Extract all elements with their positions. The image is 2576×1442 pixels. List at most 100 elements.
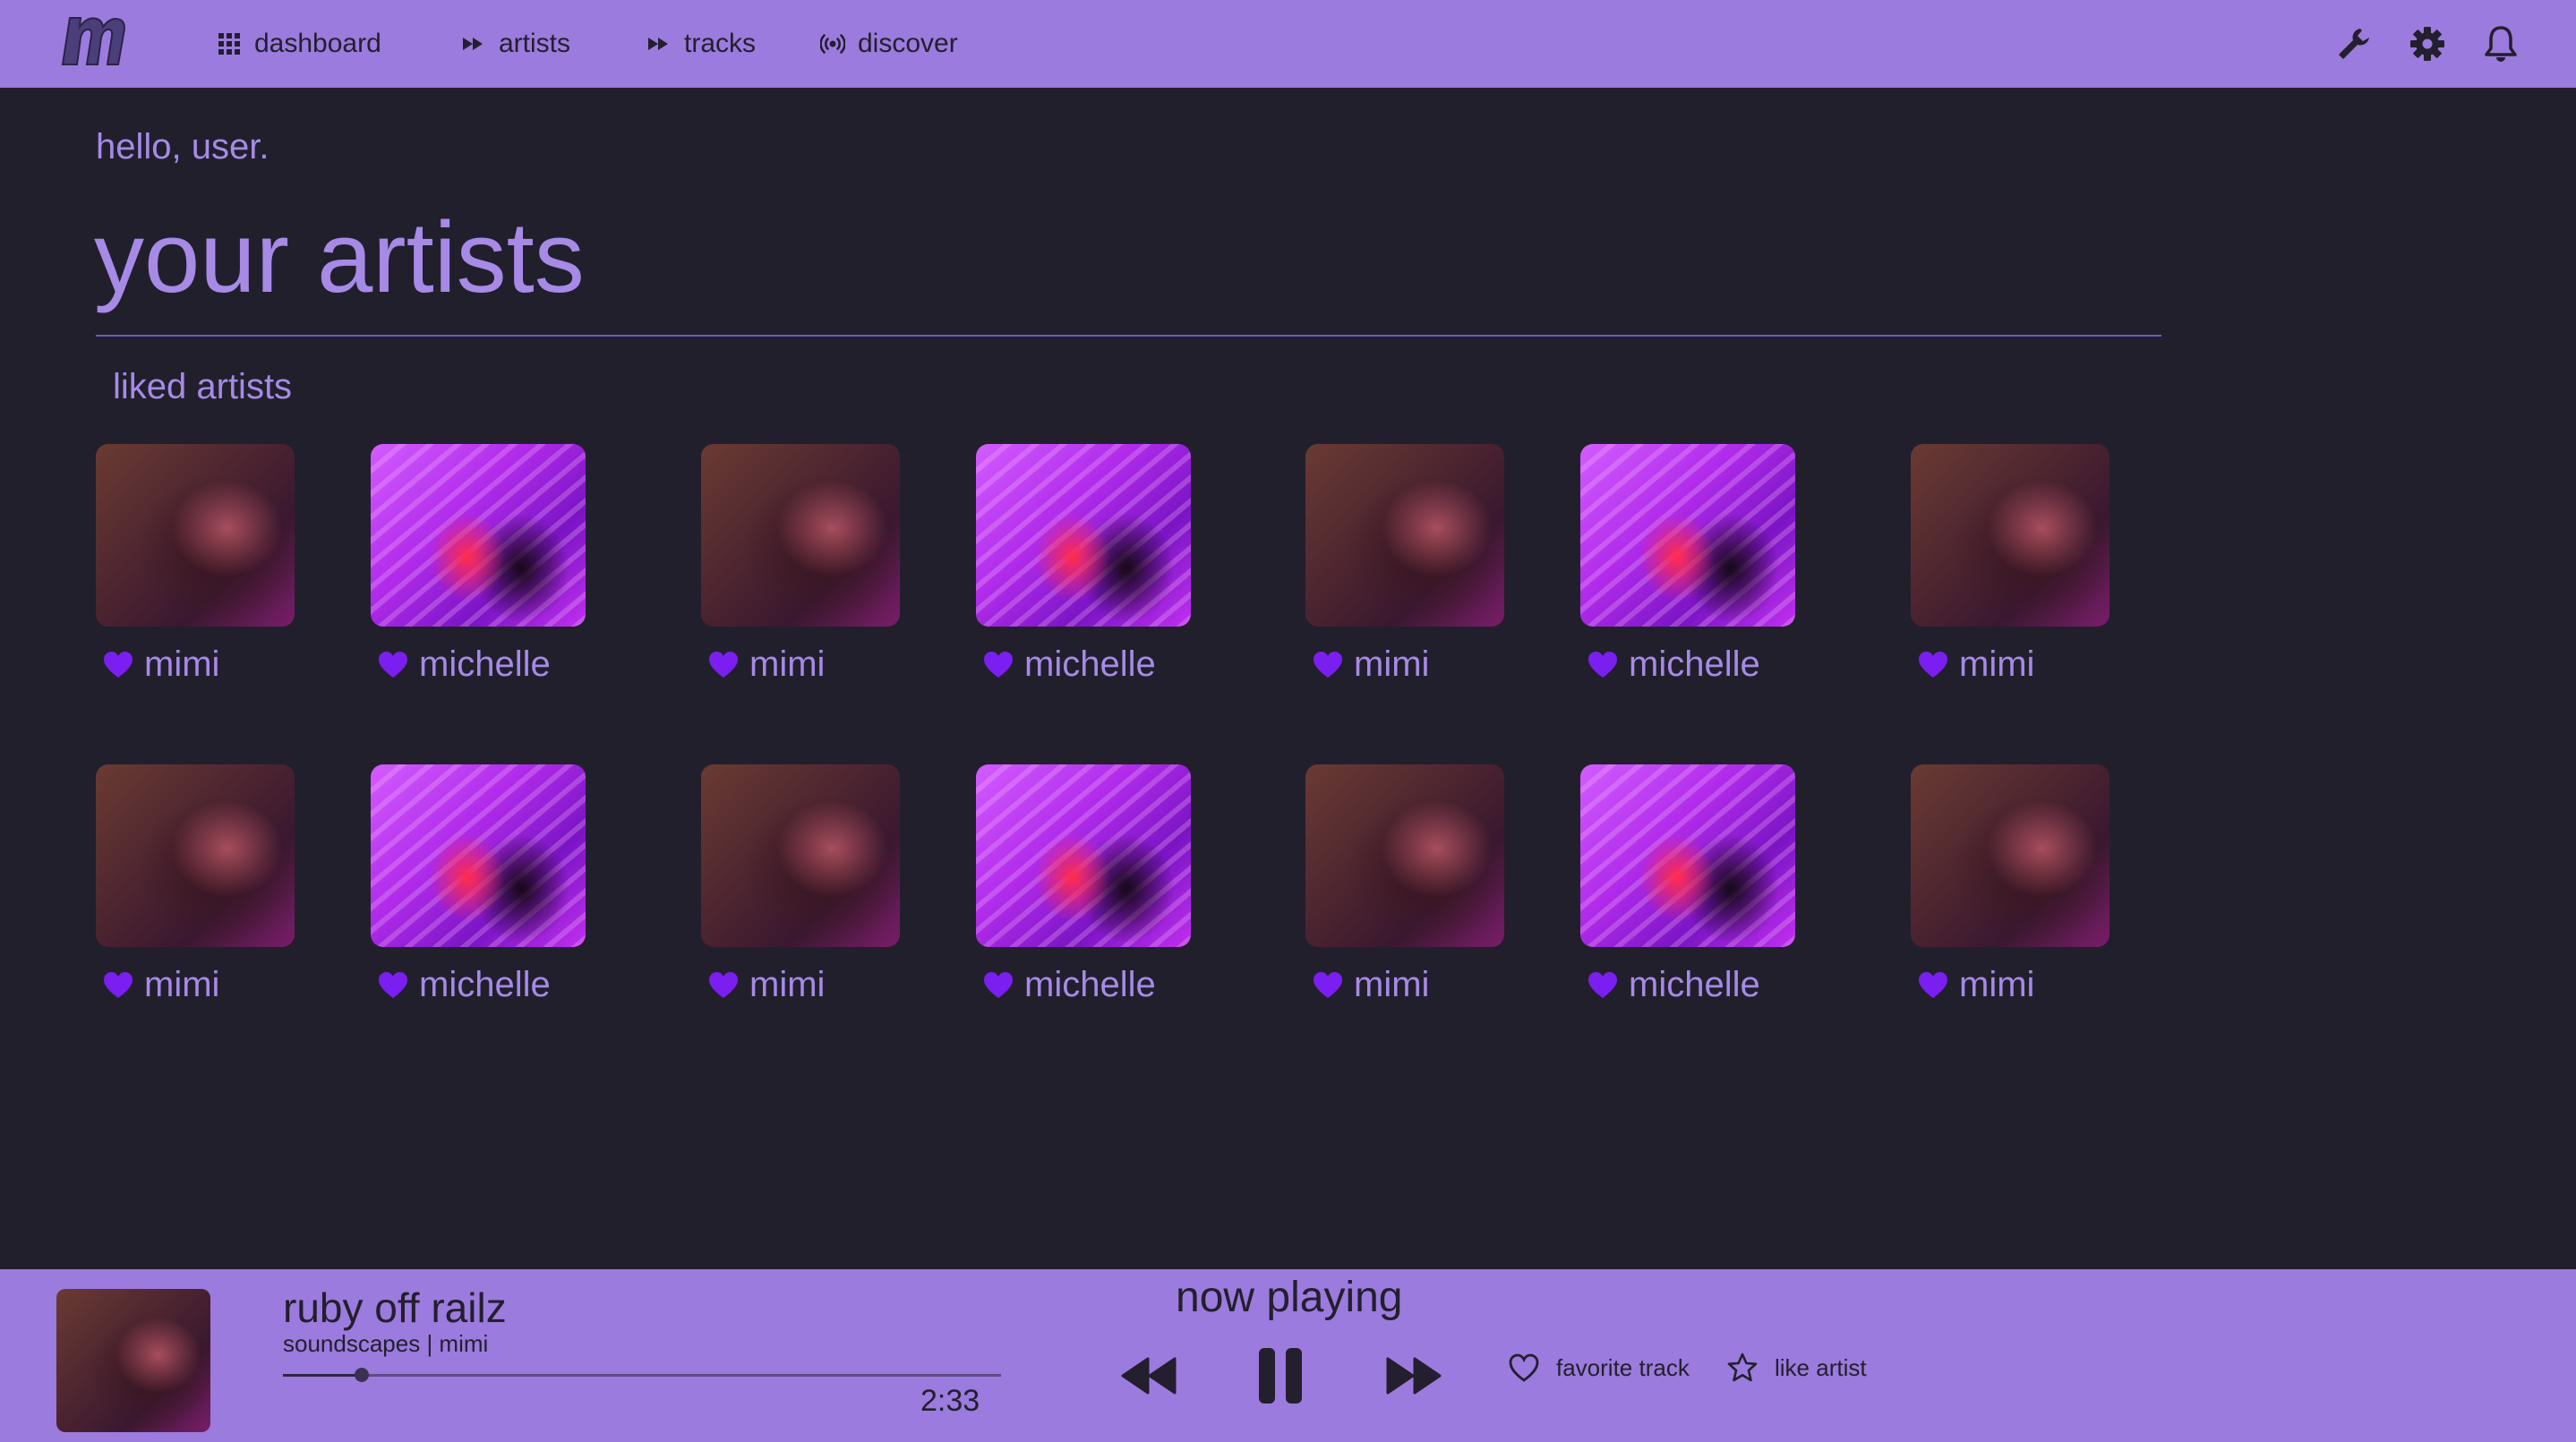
track-title: ruby off railz [283, 1284, 507, 1331]
artist-name: mimi [1959, 644, 2035, 684]
artist-card[interactable]: michelle [976, 444, 1191, 685]
heart-icon[interactable] [983, 971, 1014, 1000]
fast-forward-icon[interactable] [1386, 1355, 1442, 1396]
nav-dashboard-label: dashboard [254, 29, 381, 58]
nav-tracks-label: tracks [684, 29, 757, 58]
artist-card[interactable]: michelle [371, 764, 586, 1005]
heart-icon[interactable] [1588, 651, 1618, 679]
artist-photo[interactable] [371, 764, 586, 947]
broadcast-icon [820, 34, 845, 54]
elapsed-time: 2:33 [920, 1384, 980, 1418]
section-title-liked-artists: liked artists [113, 367, 293, 406]
artist-card[interactable]: michelle [1580, 444, 1795, 685]
favorite-track-button[interactable]: favorite track [1508, 1352, 1690, 1384]
nav-discover[interactable]: discover [820, 25, 958, 63]
artist-name: michelle [1024, 644, 1156, 684]
app-logo-icon[interactable] [57, 11, 127, 70]
artist-card[interactable]: mimi [1305, 764, 1520, 1005]
heart-icon[interactable] [708, 651, 739, 679]
progress-fill [283, 1374, 363, 1377]
artist-photo[interactable] [96, 764, 295, 947]
artist-name: michelle [1024, 965, 1156, 1004]
artist-label[interactable]: mimi [1313, 965, 1520, 1005]
favorite-track-label: favorite track [1556, 1353, 1690, 1381]
nav-tracks[interactable]: tracks [646, 25, 756, 63]
artist-label[interactable]: michelle [378, 965, 586, 1005]
artist-label[interactable]: mimi [1313, 644, 1520, 685]
gear-icon[interactable] [2407, 23, 2448, 64]
heart-icon[interactable] [378, 971, 408, 1000]
heart-icon[interactable] [378, 651, 408, 679]
artist-name: mimi [749, 644, 826, 684]
artist-card[interactable]: michelle [1580, 764, 1795, 1005]
artist-label[interactable]: mimi [708, 965, 916, 1005]
artist-label[interactable]: mimi [103, 644, 311, 685]
artist-card[interactable]: michelle [371, 444, 586, 685]
artist-name: mimi [144, 965, 220, 1004]
progress-knob[interactable] [355, 1368, 370, 1382]
nav-discover-label: discover [858, 29, 958, 58]
like-artist-label: like artist [1775, 1353, 1867, 1381]
heart-icon[interactable] [1588, 971, 1618, 1000]
heart-icon[interactable] [1313, 971, 1343, 1000]
rewind-icon[interactable] [1121, 1355, 1177, 1396]
artist-photo[interactable] [1911, 444, 2110, 627]
nav-artists-label: artists [499, 29, 571, 58]
artist-label[interactable]: mimi [1918, 965, 2126, 1005]
page-title: your artists [94, 201, 585, 313]
artist-photo[interactable] [371, 444, 586, 627]
heart-icon[interactable] [1918, 971, 1948, 1000]
heart-icon[interactable] [1918, 651, 1948, 679]
heart-icon[interactable] [1313, 651, 1343, 679]
artist-label[interactable]: michelle [983, 965, 1191, 1005]
artist-photo[interactable] [1305, 764, 1504, 947]
artist-card[interactable]: mimi [1911, 764, 2126, 1005]
progress-bar[interactable] [283, 1368, 1001, 1382]
heart-icon[interactable] [103, 651, 133, 679]
artist-card[interactable]: mimi [96, 764, 311, 1005]
artist-card[interactable]: mimi [96, 444, 311, 685]
artist-photo[interactable] [1580, 444, 1795, 627]
artist-photo[interactable] [701, 444, 900, 627]
artist-photo[interactable] [976, 444, 1191, 627]
artist-label[interactable]: michelle [378, 644, 586, 685]
wrench-icon[interactable] [2333, 23, 2375, 64]
fast-forward-icon [648, 38, 668, 50]
heart-icon[interactable] [708, 971, 739, 1000]
artist-card[interactable]: mimi [1305, 444, 1520, 685]
artist-label[interactable]: michelle [983, 644, 1191, 685]
artist-photo[interactable] [701, 764, 900, 947]
like-artist-button[interactable]: like artist [1726, 1352, 1867, 1384]
nav-artists[interactable]: artists [461, 25, 570, 63]
artist-photo[interactable] [976, 764, 1191, 947]
artist-label[interactable]: mimi [708, 644, 916, 685]
artist-card[interactable]: michelle [976, 764, 1191, 1005]
heart-icon[interactable] [983, 651, 1014, 679]
artist-photo[interactable] [96, 444, 295, 627]
artist-card[interactable]: mimi [1911, 444, 2126, 685]
artist-name: mimi [1959, 965, 2035, 1004]
artist-name: michelle [419, 965, 551, 1004]
pause-icon[interactable] [1257, 1346, 1304, 1405]
grid-icon [218, 33, 240, 55]
nav-dashboard[interactable]: dashboard [217, 25, 381, 63]
top-navigation-bar: dashboard artists tracks discover [0, 0, 2576, 88]
now-playing-bar: ruby off railz soundscapes | mimi 2:33 n… [0, 1269, 2576, 1442]
star-outline-icon [1727, 1352, 1758, 1382]
artist-label[interactable]: michelle [1588, 644, 1795, 685]
bell-icon[interactable] [2480, 23, 2521, 64]
artist-card[interactable]: mimi [701, 764, 916, 1005]
heart-icon[interactable] [103, 971, 133, 1000]
artist-label[interactable]: mimi [103, 965, 311, 1005]
artist-photo[interactable] [1305, 444, 1504, 627]
artist-name: mimi [749, 965, 826, 1004]
artist-name: michelle [1629, 965, 1760, 1004]
artist-label[interactable]: mimi [1918, 644, 2126, 685]
artist-photo[interactable] [1911, 764, 2110, 947]
now-playing-album-art[interactable] [56, 1289, 210, 1432]
artist-name: michelle [419, 644, 551, 684]
fast-forward-icon [463, 38, 483, 50]
artist-label[interactable]: michelle [1588, 965, 1795, 1005]
artist-card[interactable]: mimi [701, 444, 916, 685]
artist-photo[interactable] [1580, 764, 1795, 947]
